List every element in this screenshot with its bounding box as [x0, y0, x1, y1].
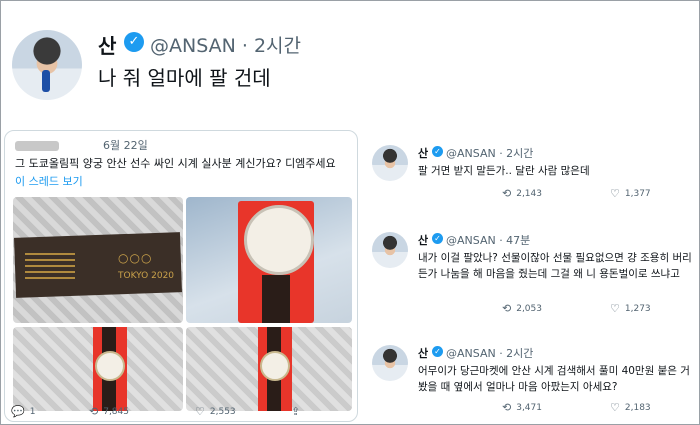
like-count[interactable]: ♡ 1,377: [610, 187, 651, 200]
heart-icon: ♡: [195, 405, 205, 418]
like-count[interactable]: ♡ 2,553: [195, 405, 236, 418]
like-count-value: 2,553: [209, 406, 236, 417]
photo-watch-closeup[interactable]: [186, 197, 352, 323]
heart-icon: ♡: [610, 187, 620, 200]
reply-text: 어무이가 당근마켓에 안산 시계 검색해서 풀미 40만원 붙은 거 봤을 때 …: [418, 365, 690, 393]
heart-icon: ♡: [610, 401, 620, 414]
retweet-icon: ⟲: [89, 405, 99, 418]
tweet-date: 6월 22일: [103, 139, 148, 152]
user-handle-time[interactable]: @ANSAN · 2시간: [150, 31, 301, 58]
quoted-tweet-card[interactable]: 6월 22일 그 도쿄올림픽 양궁 안산 선수 싸인 시계 실사분 계신가요? …: [4, 130, 358, 422]
reply-text: 내가 이걸 팔았나? 선물이잖아 선물 필요없으면 걍 조용히 버리든가 나눔을…: [418, 252, 692, 280]
retweet-count-value: 7,845: [103, 406, 129, 417]
photo-watch-box[interactable]: ○○○ TOKYO 2020: [13, 197, 183, 323]
retweet-count[interactable]: ⟲ 7,845: [89, 405, 129, 418]
avatar[interactable]: [372, 145, 408, 181]
retweet-count[interactable]: ⟲ 2,143: [502, 187, 542, 200]
tweet-text: 나 줘 얼마에 팔 건데: [98, 66, 271, 90]
like-count-value: 2,183: [624, 402, 651, 413]
share-button[interactable]: ⇪: [291, 405, 305, 418]
like-count[interactable]: ♡ 2,183: [610, 401, 651, 414]
photo-watch-case-1[interactable]: [13, 327, 183, 411]
user-name[interactable]: 산: [98, 30, 116, 59]
user-name[interactable]: 산: [418, 145, 428, 161]
show-thread-link[interactable]: 이 스레드 보기: [15, 173, 83, 189]
watch-strap-image: [262, 275, 290, 323]
watch-face-image: [260, 351, 290, 381]
verified-badge-icon: ✓: [432, 146, 443, 157]
quoted-tweet-text: 그 도쿄올림픽 양궁 안산 선수 싸인 시계 실사분 계신가요? 디엠주세요: [15, 157, 336, 170]
verified-badge-icon: ✓: [124, 32, 144, 52]
reply-tweet[interactable]: 산 ✓ @ANSAN · 47분 내가 이걸 팔았나? 선물이잖아 선물 필요없…: [372, 232, 692, 315]
retweet-icon: ⟲: [502, 401, 512, 414]
box-printed-text: [25, 249, 75, 279]
retweet-icon: ⟲: [502, 302, 512, 315]
user-handle-time[interactable]: @ANSAN · 47분: [446, 232, 530, 248]
avatar[interactable]: [372, 232, 408, 268]
reply-count[interactable]: 💬 1: [11, 405, 35, 418]
retweet-count-value: 3,471: [516, 402, 542, 413]
user-handle-time[interactable]: @ANSAN · 2시간: [446, 145, 533, 161]
blurred-username: [15, 141, 59, 151]
user-handle-time[interactable]: @ANSAN · 2시간: [446, 345, 533, 361]
like-count-value: 1,377: [624, 188, 651, 199]
user-name[interactable]: 산: [418, 232, 428, 248]
reply-tweet[interactable]: 산 ✓ @ANSAN · 2시간 팔 거면 받지 말든가.. 달란 사람 많은데…: [372, 145, 692, 205]
reply-icon: 💬: [11, 405, 25, 418]
retweet-icon: ⟲: [502, 187, 512, 200]
avatar[interactable]: [12, 30, 82, 100]
reply-tweet[interactable]: 산 ✓ @ANSAN · 2시간 어무이가 당근마켓에 안산 시계 검색해서 풀…: [372, 345, 692, 415]
retweet-count[interactable]: ⟲ 3,471: [502, 401, 542, 414]
verified-badge-icon: ✓: [432, 233, 443, 244]
watch-face-image: [244, 205, 314, 275]
user-name[interactable]: 산: [418, 345, 428, 361]
heart-icon: ♡: [610, 302, 620, 315]
like-count[interactable]: ♡ 1,273: [610, 302, 651, 315]
watch-face-image: [95, 351, 125, 381]
olympic-rings-logo: ○○○: [118, 251, 153, 265]
retweet-count-value: 2,143: [516, 188, 542, 199]
reply-text: 팔 거면 받지 말든가.. 달란 사람 많은데: [418, 165, 590, 177]
photo-watch-case-2[interactable]: [186, 327, 352, 411]
quoted-tweet-header: 6월 22일: [15, 137, 148, 153]
box-logo-text: TOKYO 2020: [118, 271, 175, 281]
avatar[interactable]: [372, 345, 408, 381]
share-icon: ⇪: [291, 405, 301, 418]
like-count-value: 1,273: [624, 303, 651, 314]
retweet-count[interactable]: ⟲ 2,053: [502, 302, 542, 315]
reply-count-value: 1: [29, 406, 36, 417]
verified-badge-icon: ✓: [432, 346, 443, 357]
microphone-icon: [42, 70, 50, 92]
retweet-count-value: 2,053: [516, 303, 542, 314]
